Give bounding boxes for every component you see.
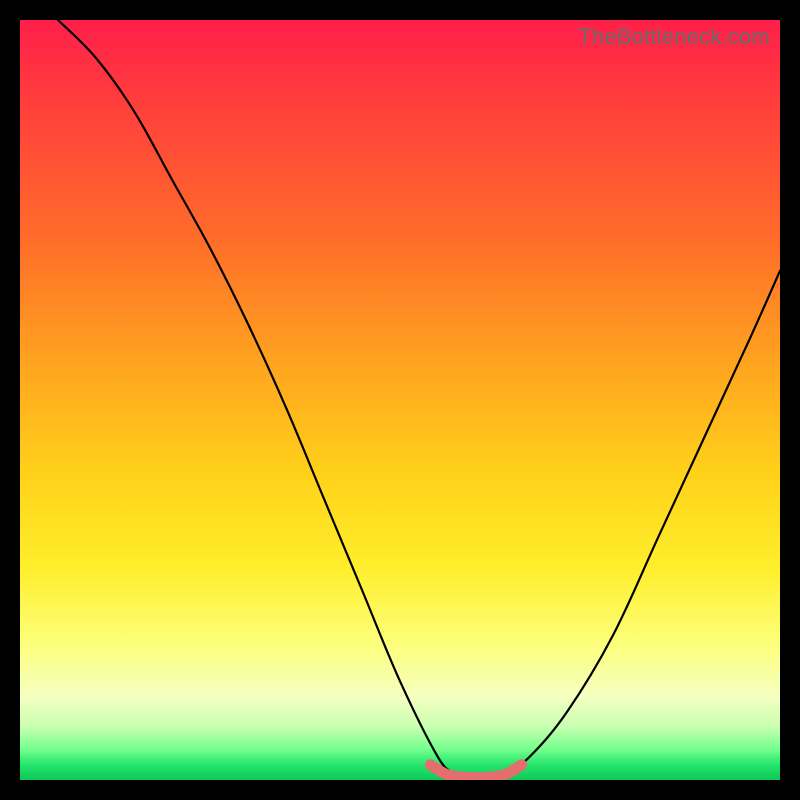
plot-area: TheBottleneck.com [20, 20, 780, 780]
right-curve-path [506, 271, 780, 773]
curves-svg [20, 20, 780, 780]
chart-frame: TheBottleneck.com [0, 0, 800, 800]
left-curve-path [58, 20, 453, 772]
